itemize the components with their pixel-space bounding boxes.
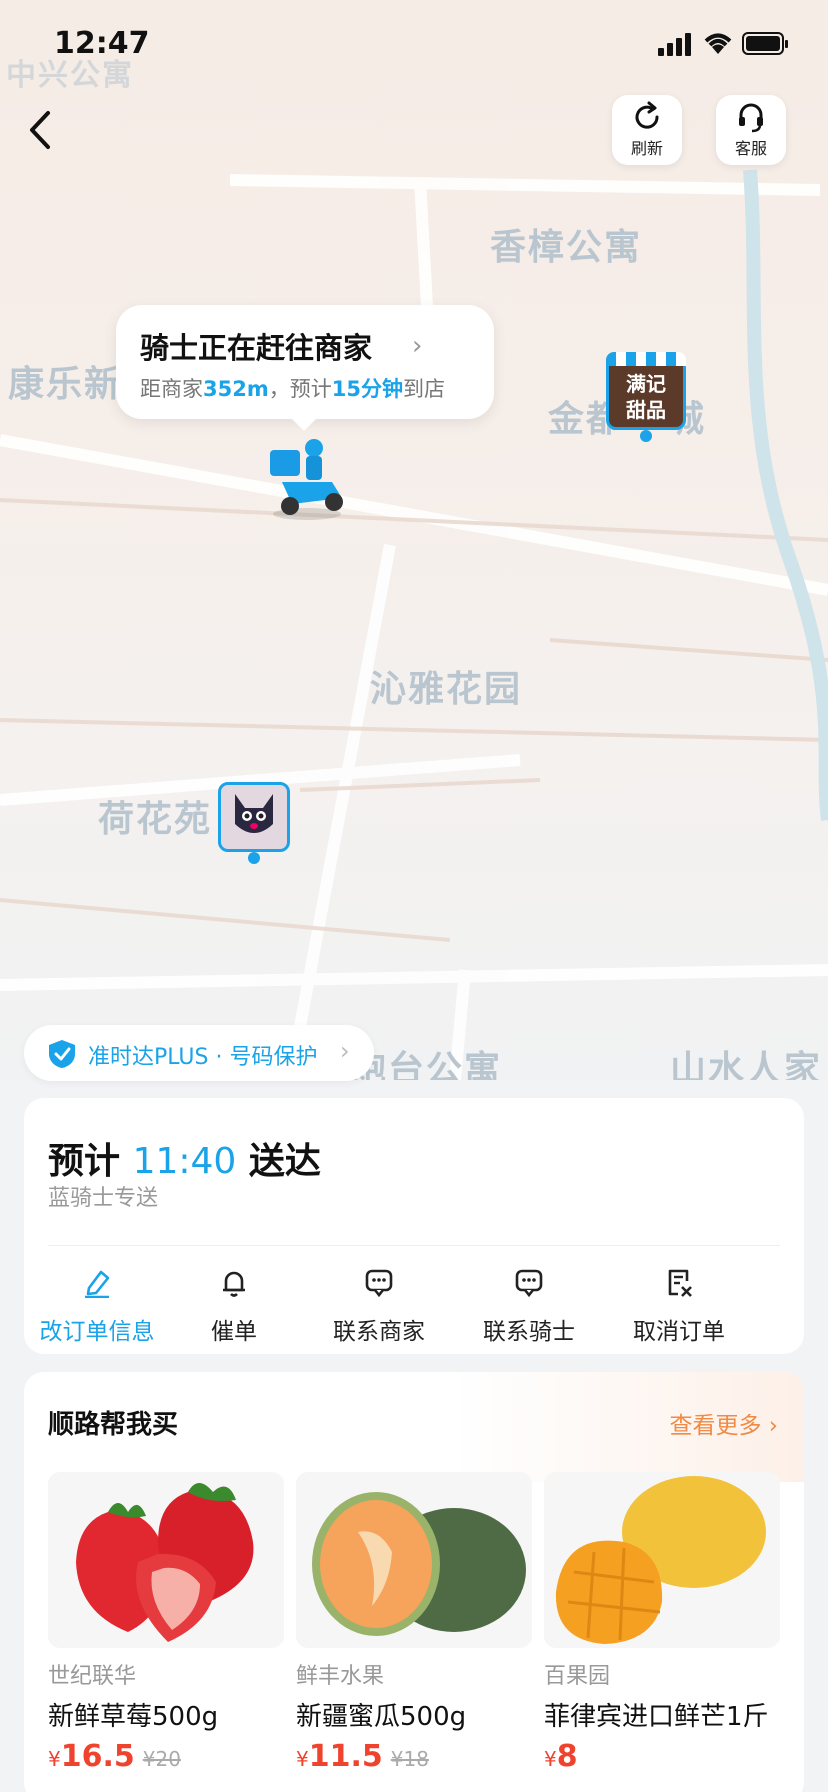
contact-merchant-button[interactable]: 联系商家 <box>304 1266 454 1346</box>
chevron-right-icon: › <box>340 1037 350 1065</box>
urge-order-button[interactable]: 催单 <box>174 1266 294 1346</box>
sub-middle: ，预计 <box>268 377 332 401</box>
eta-title: 预计 11:40 送达 <box>48 1132 321 1184</box>
chevron-right-icon: › <box>768 1413 778 1439</box>
map-label: 荷花苑 <box>98 799 213 840</box>
edit-icon <box>85 1270 110 1299</box>
see-more-label: 查看更多 <box>669 1413 762 1439</box>
divider <box>48 1245 780 1246</box>
back-button[interactable] <box>20 105 60 155</box>
app-root: 中兴公寓 香樟公寓 康乐新 金都 城 沁雅花园 荷花苑 炮台公寓 山水人家 满记… <box>0 0 828 1792</box>
status-bar: 12:47 <box>0 0 828 90</box>
wifi-icon <box>704 33 732 54</box>
courier-type: 蓝骑士专送 <box>48 1186 159 1211</box>
product-name: 新疆蜜瓜500g <box>296 1702 467 1732</box>
action-label: 联系商家 <box>333 1319 425 1345</box>
see-more-link[interactable]: 查看更多 › <box>669 1406 778 1440</box>
product-card[interactable]: 鲜丰水果 新疆蜜瓜500g ¥11.5 ¥18 <box>296 1472 532 1774</box>
refresh-icon <box>635 101 659 129</box>
rider-status-bubble[interactable]: 骑士正在赶往商家 › 距商家352m，预计15分钟到店 <box>116 305 494 431</box>
rider-status-subtitle: 距商家352m，预计15分钟到店 <box>140 373 445 403</box>
currency-symbol: ¥ <box>296 1747 309 1771</box>
cat-avatar-icon <box>235 794 273 833</box>
product-price-row: ¥11.5 ¥18 <box>296 1739 532 1774</box>
cancel-order-icon <box>668 1269 692 1297</box>
contact-rider-button[interactable]: 联系骑士 <box>454 1266 604 1346</box>
action-label: 改订单信息 <box>39 1319 155 1345</box>
store-pin-label: 甜品 <box>626 398 666 422</box>
edit-order-button[interactable]: 改订单信息 <box>24 1266 170 1346</box>
delivery-eta-card: 预计 11:40 送达 蓝骑士专送 改订单信息 催单 联系商家 联系骑士 取消订… <box>24 1098 804 1354</box>
product-card[interactable]: 百果园 菲律宾进口鲜芒1斤 ¥8 <box>544 1472 780 1774</box>
store-pin[interactable]: 满记 甜品 <box>606 352 686 442</box>
eta-time: 11:40 <box>132 1141 237 1182</box>
shop-section-title: 顺路帮我买 <box>48 1410 179 1440</box>
action-label: 催单 <box>211 1319 257 1345</box>
product-name: 菲律宾进口鲜芒1斤 <box>544 1702 769 1732</box>
action-label: 联系骑士 <box>483 1319 575 1345</box>
signal-icon <box>658 33 691 56</box>
headset-icon <box>739 103 763 133</box>
bell-icon <box>223 1271 245 1297</box>
battery-icon <box>742 32 788 55</box>
service-label: 客服 <box>734 139 767 158</box>
eta-suffix: 送达 <box>248 1141 321 1182</box>
customer-service-button[interactable]: 客服 <box>716 95 786 165</box>
shield-check-icon <box>49 1040 75 1068</box>
eta-prefix: 预计 <box>48 1141 121 1182</box>
map-label: 香樟公寓 <box>490 227 643 268</box>
chat-icon <box>365 1269 393 1298</box>
product-price: 11.5 <box>308 1739 383 1774</box>
product-image-strawberry <box>48 1472 284 1648</box>
product-old-price: ¥18 <box>390 1747 429 1771</box>
shop-along-card: 顺路帮我买 查看更多 › 世纪联华 新鲜草莓500g ¥16.5 ¥20 鲜丰水… <box>24 1372 804 1792</box>
map-roads <box>0 169 828 1080</box>
store-pin-label: 满记 <box>626 372 666 396</box>
distance-value: 352m <box>203 377 269 401</box>
product-image-mango <box>544 1472 780 1648</box>
product-store: 鲜丰水果 <box>296 1664 385 1689</box>
home-pin[interactable] <box>218 782 290 866</box>
map-label: 康乐新 <box>8 364 123 405</box>
refresh-button[interactable]: 刷新 <box>612 95 682 165</box>
product-image-melon <box>296 1472 532 1648</box>
product-old-price: ¥20 <box>142 1747 181 1771</box>
rider-marker[interactable] <box>262 432 352 522</box>
product-store: 百果园 <box>544 1664 611 1689</box>
product-store: 世纪联华 <box>48 1664 137 1689</box>
product-price-row: ¥16.5 ¥20 <box>48 1739 284 1774</box>
refresh-label: 刷新 <box>630 139 663 158</box>
chat-icon <box>515 1269 543 1298</box>
sub-prefix: 距商家 <box>140 377 203 401</box>
action-label: 取消订单 <box>633 1319 725 1345</box>
rider-status-title: 骑士正在赶往商家 <box>140 331 373 365</box>
currency-symbol: ¥ <box>48 1747 61 1771</box>
product-price: 16.5 <box>60 1739 135 1774</box>
service-guarantee-badge[interactable]: 准时达PLUS · 号码保护 › <box>24 1025 374 1081</box>
sub-suffix: 到店 <box>402 377 445 401</box>
cancel-order-button[interactable]: 取消订单 <box>604 1266 754 1346</box>
chevron-right-icon: › <box>412 331 423 361</box>
service-badge-text: 准时达PLUS · 号码保护 <box>88 1045 318 1070</box>
map-label: 沁雅花园 <box>370 669 523 710</box>
product-card[interactable]: 世纪联华 新鲜草莓500g ¥16.5 ¥20 <box>48 1472 284 1774</box>
product-name: 新鲜草莓500g <box>48 1702 219 1732</box>
minutes-value: 15分钟 <box>331 377 403 401</box>
map-label: 山水人家 <box>670 1049 823 1080</box>
scooter-icon <box>270 439 343 520</box>
chevron-left-icon <box>30 111 50 149</box>
map-view[interactable]: 中兴公寓 香樟公寓 康乐新 金都 城 沁雅花园 荷花苑 炮台公寓 山水人家 满记… <box>0 0 828 1080</box>
product-price-row: ¥8 <box>544 1739 780 1774</box>
product-price: 8 <box>556 1739 578 1774</box>
status-time: 12:47 <box>54 26 150 61</box>
currency-symbol: ¥ <box>544 1747 557 1771</box>
